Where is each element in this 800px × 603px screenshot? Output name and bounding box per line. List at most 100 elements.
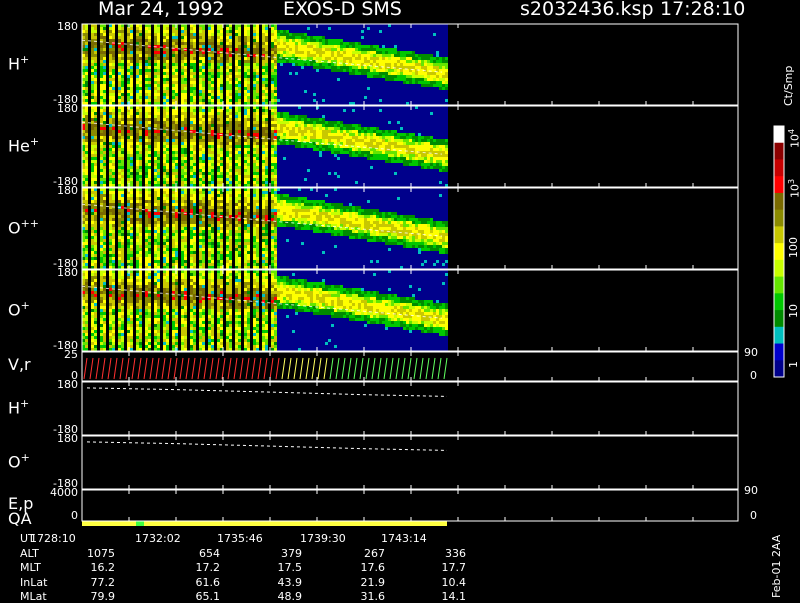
panel-label-sup: + bbox=[21, 299, 30, 312]
table-row-name: InLat bbox=[20, 576, 47, 589]
table-cell: 65.1 bbox=[170, 590, 220, 603]
colorbar-tick: 100 bbox=[787, 237, 800, 258]
table-cell: 17.7 bbox=[416, 561, 466, 574]
table-cell: 379 bbox=[252, 547, 302, 560]
table-cell: 16.2 bbox=[65, 561, 115, 574]
file-name: s2032436.ksp bbox=[520, 0, 654, 20]
table-cell: 79.9 bbox=[65, 590, 115, 603]
colorbar-swatch bbox=[774, 143, 784, 160]
spectrogram-1 bbox=[82, 106, 448, 187]
y-tick-top: 25 bbox=[0, 348, 78, 361]
spectrogram-3 bbox=[82, 270, 448, 351]
table-cell: 77.2 bbox=[65, 576, 115, 589]
table-cell: 1735:46 bbox=[217, 532, 267, 545]
table-cell: 267 bbox=[335, 547, 385, 560]
colorbar-swatch bbox=[774, 126, 784, 143]
y-tick-top: 4000 bbox=[0, 486, 78, 499]
colorbar-swatch bbox=[774, 193, 784, 210]
right-tick-top: 90 bbox=[744, 484, 758, 497]
panel-label: O+ bbox=[8, 451, 30, 471]
line-series-6 bbox=[87, 442, 447, 451]
colorbar-tick-base: 10 bbox=[789, 134, 800, 148]
colorbar-swatch bbox=[774, 310, 784, 327]
date-title: Mar 24, 1992 bbox=[98, 0, 225, 20]
colorbar-tick-base: 1 bbox=[787, 361, 800, 368]
y-tick-top: 180 bbox=[0, 184, 78, 197]
panel-label-text: H bbox=[8, 54, 20, 73]
panel-label-text: O bbox=[8, 300, 21, 319]
y-tick-top: 180 bbox=[0, 432, 78, 445]
table-cell: 14.1 bbox=[416, 590, 466, 603]
right-tick-bottom: 0 bbox=[750, 509, 757, 522]
panel-label-text: He bbox=[8, 136, 30, 155]
panel-frame bbox=[82, 382, 738, 435]
right-tick-top: 90 bbox=[744, 346, 758, 359]
table-cell: 48.9 bbox=[252, 590, 302, 603]
table-cell: 654 bbox=[170, 547, 220, 560]
vr-traces bbox=[84, 358, 447, 379]
y-tick-top: 180 bbox=[0, 378, 78, 391]
colorbar-swatch bbox=[774, 260, 784, 277]
panel-label-sup: + bbox=[20, 53, 29, 66]
panel-label: O+ bbox=[8, 299, 30, 319]
panel-frame bbox=[82, 436, 738, 489]
table-cell: 21.9 bbox=[335, 576, 385, 589]
table-row-name: MLat bbox=[20, 590, 47, 603]
line-series-5 bbox=[87, 388, 447, 397]
panel-frame bbox=[82, 490, 738, 521]
colorbar-tick: 103 bbox=[787, 179, 800, 198]
table-cell: 1728:10 bbox=[30, 532, 80, 545]
panel-label-sup: + bbox=[20, 397, 29, 410]
colorbar-swatch bbox=[774, 360, 784, 377]
spectrogram-2 bbox=[82, 188, 448, 269]
table-cell: 61.6 bbox=[170, 576, 220, 589]
colorbar-tick-base: 100 bbox=[787, 237, 800, 258]
panel-label-sup: + bbox=[30, 135, 39, 148]
colorbar-tick-base: 10 bbox=[787, 304, 800, 318]
table-row-name: MLT bbox=[20, 561, 41, 574]
spectrogram-0 bbox=[82, 24, 448, 105]
colorbar-unit: Ct/Smp bbox=[782, 66, 795, 106]
y-tick-top: 180 bbox=[0, 266, 78, 279]
right-tick-bottom: 0 bbox=[750, 369, 757, 382]
y-tick-top: 180 bbox=[0, 102, 78, 115]
colorbar-tick-exp: 4 bbox=[787, 129, 796, 134]
table-cell: 1075 bbox=[65, 547, 115, 560]
colorbar-tick: 10 bbox=[787, 304, 800, 318]
panel-label: H+ bbox=[8, 397, 29, 417]
instrument-title: EXOS-D SMS bbox=[283, 0, 402, 20]
qa-marker bbox=[136, 521, 144, 526]
colorbar-tick-base: 10 bbox=[789, 184, 800, 198]
table-cell: 43.9 bbox=[252, 576, 302, 589]
table-cell: 1739:30 bbox=[300, 532, 350, 545]
colorbar-tick: 1 bbox=[787, 361, 800, 368]
colorbar-swatch bbox=[774, 176, 784, 193]
table-cell: 17.5 bbox=[252, 561, 302, 574]
panel-label-text: O bbox=[8, 218, 21, 237]
table-cell: 17.2 bbox=[170, 561, 220, 574]
colorbar-swatch bbox=[774, 243, 784, 260]
qa-label: QA bbox=[8, 509, 32, 528]
table-cell: 1743:14 bbox=[381, 532, 431, 545]
colorbar-tick-exp: 3 bbox=[787, 179, 796, 184]
table-cell: 336 bbox=[416, 547, 466, 560]
table-row-name: ALT bbox=[20, 547, 39, 560]
table-cell: 1732:02 bbox=[135, 532, 185, 545]
panel-label: He+ bbox=[8, 135, 39, 155]
colorbar-swatch bbox=[774, 327, 784, 344]
colorbar-swatch bbox=[774, 277, 784, 294]
y-tick-top: 180 bbox=[0, 20, 78, 33]
panel-label-sup: ++ bbox=[21, 217, 39, 230]
header-time: 17:28:10 bbox=[660, 0, 745, 20]
colorbar-tick: 104 bbox=[787, 129, 800, 148]
table-cell: 17.6 bbox=[335, 561, 385, 574]
colorbar-swatch bbox=[774, 159, 784, 176]
panel-label-text: O bbox=[8, 452, 21, 471]
panel-label: H+ bbox=[8, 53, 29, 73]
footer-note: Feb-01 2AA bbox=[770, 535, 783, 598]
panel-label: O++ bbox=[8, 217, 39, 237]
colorbar-swatch bbox=[774, 226, 784, 243]
colorbar-swatch bbox=[774, 293, 784, 310]
table-cell: 31.6 bbox=[335, 590, 385, 603]
colorbar-swatch bbox=[774, 344, 784, 361]
